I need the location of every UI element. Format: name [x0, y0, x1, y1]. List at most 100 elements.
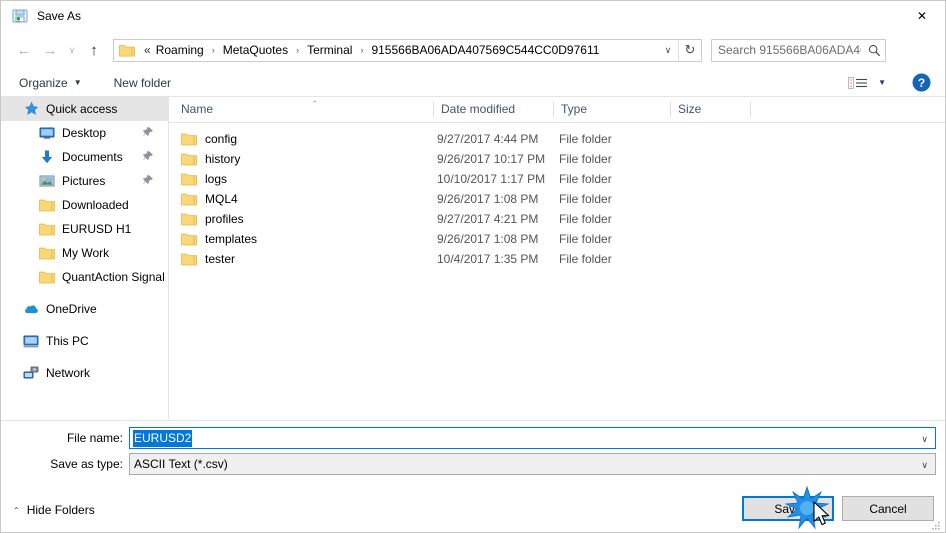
- type-cell: File folder: [559, 212, 612, 226]
- svg-text:?: ?: [918, 76, 925, 90]
- breadcrumb-item-0[interactable]: Roaming: [153, 42, 207, 58]
- table-row[interactable]: logs 10/10/2017 1:17 PM File folder: [169, 169, 945, 189]
- file-name-text: templates: [205, 232, 258, 246]
- file-rows: config 9/27/2017 4:44 PM File folder histor…: [169, 123, 945, 269]
- fields-pane: File name: EURUSD2 ∨ Save as type: ASCII…: [1, 421, 945, 481]
- column-divider[interactable]: [750, 101, 751, 117]
- recent-locations-icon[interactable]: ∨: [63, 37, 81, 63]
- sidebar-item-quantaction-signal[interactable]: QuantAction Signal: [1, 265, 168, 289]
- chevron-down-icon[interactable]: ∨: [921, 454, 928, 476]
- hide-folders-button[interactable]: ⌃ Hide Folders: [13, 503, 95, 517]
- chevron-down-icon[interactable]: ▼: [878, 78, 886, 87]
- title-bar: Save As ✕: [1, 1, 945, 31]
- chevron-down-icon[interactable]: ∨: [658, 40, 678, 61]
- sidebar-item-label: Network: [46, 366, 91, 380]
- file-name-input[interactable]: EURUSD2 ∨: [129, 427, 936, 449]
- type-cell: File folder: [559, 132, 612, 146]
- folder-icon: [181, 212, 197, 226]
- table-row[interactable]: templates 9/26/2017 1:08 PM File folder: [169, 229, 945, 249]
- save-as-type-row: Save as type: ASCII Text (*.csv) ∨: [1, 453, 945, 475]
- sidebar-item-downloaded[interactable]: Downloaded: [1, 193, 168, 217]
- chevron-right-icon[interactable]: ›: [355, 44, 368, 56]
- cancel-button[interactable]: Cancel: [842, 496, 934, 521]
- sidebar-item-this-pc[interactable]: This PC: [1, 329, 168, 353]
- sidebar-item-desktop[interactable]: Desktop: [1, 121, 168, 145]
- breadcrumb-item-1[interactable]: MetaQuotes: [220, 42, 291, 58]
- table-row[interactable]: history 9/26/2017 10:17 PM File folder: [169, 149, 945, 169]
- folder-icon: [39, 197, 55, 213]
- command-toolbar: Organize ▼ New folder ▼ ?: [1, 69, 945, 97]
- desktop-icon: [39, 125, 55, 141]
- sort-ascending-icon: ⌃: [311, 99, 319, 109]
- dialog-body: Quick access Desktop Documents Pictures Down…: [1, 97, 945, 420]
- save-as-type-select[interactable]: ASCII Text (*.csv) ∨: [129, 453, 936, 475]
- file-name-text: profiles: [205, 212, 244, 226]
- forward-icon[interactable]: →: [37, 37, 63, 63]
- file-name-cell: history: [181, 152, 240, 166]
- type-cell: File folder: [559, 252, 612, 266]
- column-header-type[interactable]: Type: [561, 102, 671, 118]
- back-icon[interactable]: ←: [11, 37, 37, 63]
- breadcrumb-overflow[interactable]: «: [141, 42, 153, 58]
- date-modified-cell: 9/26/2017 1:08 PM: [437, 192, 539, 206]
- sidebar-item-eurusd-h1[interactable]: EURUSD H1: [1, 217, 168, 241]
- breadcrumb: « Roaming › MetaQuotes › Terminal › 9155…: [141, 42, 658, 58]
- table-row[interactable]: config 9/27/2017 4:44 PM File folder: [169, 129, 945, 149]
- new-folder-button[interactable]: New folder: [114, 76, 171, 90]
- pin-icon[interactable]: [142, 126, 154, 138]
- column-divider[interactable]: [553, 101, 554, 117]
- breadcrumb-item-3[interactable]: 915566BA06ADA407569C544CC0D97611: [368, 42, 602, 58]
- chevron-up-icon: ⌃: [13, 505, 20, 515]
- file-name-value: EURUSD2: [133, 429, 193, 447]
- close-icon[interactable]: ✕: [899, 1, 945, 31]
- chevron-down-icon[interactable]: ∨: [921, 428, 928, 450]
- pictures-icon: [39, 173, 55, 189]
- up-icon[interactable]: ↑: [81, 37, 107, 63]
- table-row[interactable]: MQL4 9/26/2017 1:08 PM File folder: [169, 189, 945, 209]
- sidebar-item-pictures[interactable]: Pictures: [1, 169, 168, 193]
- search-icon[interactable]: [863, 44, 885, 57]
- documents-icon: [39, 149, 55, 165]
- pin-icon[interactable]: [142, 150, 154, 162]
- sidebar-item-quick-access[interactable]: Quick access: [1, 97, 168, 121]
- column-divider[interactable]: [433, 101, 434, 117]
- column-divider[interactable]: [670, 101, 671, 117]
- file-name-label: File name:: [66, 431, 123, 445]
- address-bar[interactable]: « Roaming › MetaQuotes › Terminal › 9155…: [113, 38, 702, 62]
- pin-icon[interactable]: [142, 174, 154, 186]
- column-header-size[interactable]: Size: [678, 102, 748, 118]
- table-row[interactable]: tester 10/4/2017 1:35 PM File folder: [169, 249, 945, 269]
- resize-grip[interactable]: [930, 520, 942, 532]
- file-name-cell: logs: [181, 172, 227, 186]
- chevron-right-icon[interactable]: ›: [291, 44, 304, 56]
- sidebar-item-onedrive[interactable]: OneDrive: [1, 297, 168, 321]
- sidebar-item-label: OneDrive: [46, 302, 97, 316]
- table-row[interactable]: profiles 9/27/2017 4:21 PM File folder: [169, 209, 945, 229]
- column-header-name[interactable]: Name ⌃: [181, 99, 431, 118]
- sidebar-item-label: My Work: [62, 246, 110, 260]
- sidebar-item-my-work[interactable]: My Work: [1, 241, 168, 265]
- refresh-icon[interactable]: ↻: [678, 39, 701, 61]
- breadcrumb-item-2[interactable]: Terminal: [304, 42, 355, 58]
- date-modified-cell: 9/26/2017 10:17 PM: [437, 152, 546, 166]
- onedrive-icon: [23, 301, 39, 317]
- search-input[interactable]: [712, 42, 863, 58]
- navigation-bar: ← → ∨ ↑ « Roaming › MetaQuotes › Termina…: [1, 31, 945, 69]
- save-button[interactable]: Save: [742, 496, 834, 521]
- search-box[interactable]: [711, 38, 886, 62]
- file-name-cell: MQL4: [181, 192, 238, 206]
- sidebar-item-label: Documents: [62, 150, 123, 164]
- column-header-date-modified[interactable]: Date modified: [441, 102, 556, 118]
- organize-button[interactable]: Organize ▼: [19, 76, 82, 90]
- folder-icon: [39, 245, 55, 261]
- help-icon[interactable]: ?: [912, 73, 931, 92]
- sidebar-item-network[interactable]: Network: [1, 361, 168, 385]
- chevron-right-icon[interactable]: ›: [207, 44, 220, 56]
- navigation-pane: Quick access Desktop Documents Pictures Down…: [1, 97, 169, 420]
- view-layout-icon[interactable]: [848, 76, 868, 90]
- chevron-down-icon: ▼: [73, 78, 82, 87]
- sidebar-item-label: Quick access: [46, 102, 118, 116]
- sidebar-item-documents[interactable]: Documents: [1, 145, 168, 169]
